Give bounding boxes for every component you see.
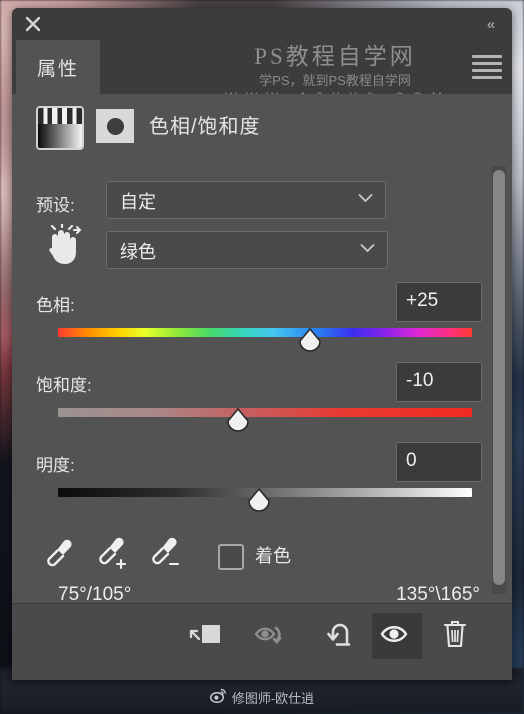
properties-panel: « 属性 PS教程自学网 学PS，就到PS教程自学网 W W W . 1 6 X… [12, 8, 512, 680]
lightness-value: 0 [406, 450, 417, 471]
hue-slider-track[interactable] [58, 328, 472, 337]
hamburger-menu-icon[interactable] [472, 54, 502, 80]
saturation-value: -10 [406, 370, 434, 391]
lightness-label: 明度: [36, 456, 75, 475]
saturation-value-input[interactable]: -10 [396, 362, 482, 402]
chevron-down-icon [358, 190, 373, 207]
saturation-slider-track[interactable] [58, 408, 472, 417]
eyedropper-subtract-icon[interactable] [148, 537, 182, 571]
watermark-line-1: PS教程自学网 [254, 44, 416, 69]
page-title: 色相/饱和度 [149, 116, 261, 138]
reset-button[interactable] [316, 613, 366, 659]
adjustment-header: 色相/饱和度 [12, 94, 512, 157]
weibo-icon [209, 688, 227, 706]
colorize-label: 着色 [255, 546, 291, 566]
reset-undo-icon [325, 619, 357, 654]
page-watermark: 修图师-欧仕逍 [0, 686, 524, 708]
channel-value: 绿色 [120, 242, 156, 262]
tab-properties[interactable]: 属性 [16, 40, 100, 94]
lightness-value-input[interactable]: 0 [396, 442, 482, 482]
tab-properties-label: 属性 [36, 58, 79, 80]
collapse-panel-icon[interactable]: « [476, 12, 504, 36]
trash-icon [441, 619, 469, 654]
page-watermark-text: 修图师-欧仕逍 [231, 690, 315, 706]
eyedropper-add-icon[interactable] [95, 537, 129, 571]
panel-tabbar: 属性 PS教程自学网 学PS，就到PS教程自学网 W W W . 1 6 X X… [12, 40, 512, 120]
clip-to-layer-button[interactable] [180, 613, 230, 659]
preset-value: 自定 [120, 192, 156, 212]
lightness-slider-thumb[interactable] [246, 487, 272, 513]
delete-layer-button[interactable] [430, 613, 480, 659]
preset-select[interactable]: 自定 [106, 181, 386, 219]
panel-body: 预设: 自定 绿色 色相: +25 饱和度: -10 明度: 0 着色 75°/… [12, 156, 512, 640]
on-image-adjust-hand-icon[interactable] [40, 221, 86, 268]
eye-previous-state-icon [254, 620, 292, 653]
hue-saturation-adjustment-icon [36, 106, 84, 150]
watermark-line-2: 学PS，就到PS教程自学网 [259, 73, 411, 88]
hue-value: +25 [406, 290, 439, 311]
panel-scrollbar-thumb[interactable] [493, 170, 505, 585]
panel-title-strip: « [12, 8, 512, 40]
hue-value-input[interactable]: +25 [396, 282, 482, 322]
panel-footer [12, 603, 512, 680]
hue-label: 色相: [36, 296, 75, 315]
eyedropper-icon[interactable] [42, 537, 76, 571]
channel-select[interactable]: 绿色 [106, 231, 388, 269]
preset-label: 预设: [36, 196, 75, 215]
layer-mask-thumbnail[interactable] [96, 109, 134, 143]
colorize-checkbox[interactable] [218, 544, 244, 570]
hue-slider-thumb[interactable] [297, 327, 323, 353]
clip-to-layer-icon [187, 619, 223, 654]
chevron-down-icon [360, 240, 375, 257]
saturation-slider-thumb[interactable] [225, 407, 251, 433]
close-icon[interactable] [20, 12, 46, 36]
toggle-previous-state-button[interactable] [248, 613, 298, 659]
saturation-label: 饱和度: [36, 376, 92, 395]
toggle-visibility-button[interactable] [372, 613, 422, 659]
eye-icon [380, 621, 414, 652]
